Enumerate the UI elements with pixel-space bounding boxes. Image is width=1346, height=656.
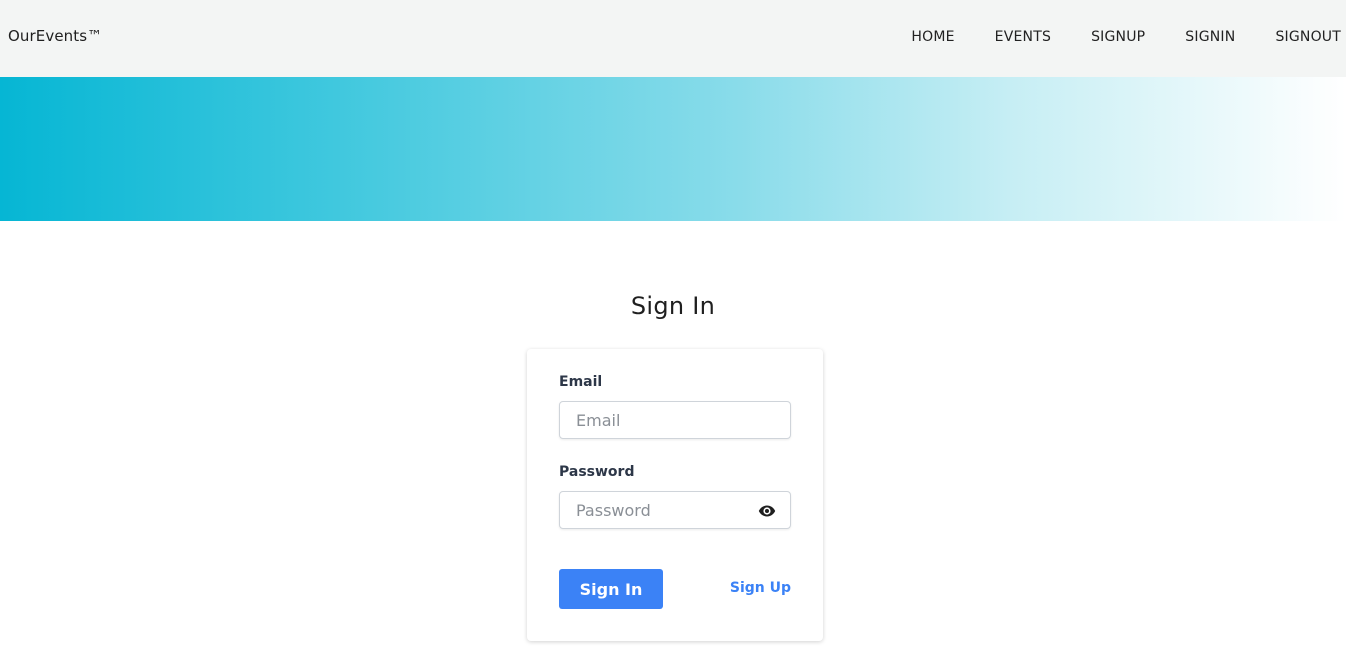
nav-link-signup[interactable]: SIGNUP xyxy=(1091,29,1145,45)
password-label: Password xyxy=(559,464,635,480)
nav-links: HOME EVENTS SIGNUP SIGNIN SIGNOUT xyxy=(911,29,1341,45)
nav-link-events[interactable]: EVENTS xyxy=(995,29,1051,45)
nav-link-signout[interactable]: SIGNOUT xyxy=(1275,29,1341,45)
eye-icon[interactable] xyxy=(758,503,776,517)
signup-link[interactable]: Sign Up xyxy=(730,580,791,596)
hero-banner xyxy=(0,77,1346,221)
email-label: Email xyxy=(559,374,603,390)
email-field-wrapper xyxy=(559,401,791,439)
page-title: Sign In xyxy=(630,292,716,320)
signin-form: Email Password Sign In Sign Up xyxy=(527,349,823,641)
navbar: OurEvents™ HOME EVENTS SIGNUP SIGNIN SIG… xyxy=(0,0,1346,77)
password-field-wrapper xyxy=(559,491,791,529)
email-input[interactable] xyxy=(560,402,790,438)
signin-button[interactable]: Sign In xyxy=(559,569,663,609)
nav-link-home[interactable]: HOME xyxy=(911,29,954,45)
brand-logo[interactable]: OurEvents™ xyxy=(8,27,102,45)
nav-link-signin[interactable]: SIGNIN xyxy=(1185,29,1235,45)
password-input[interactable] xyxy=(560,492,790,528)
